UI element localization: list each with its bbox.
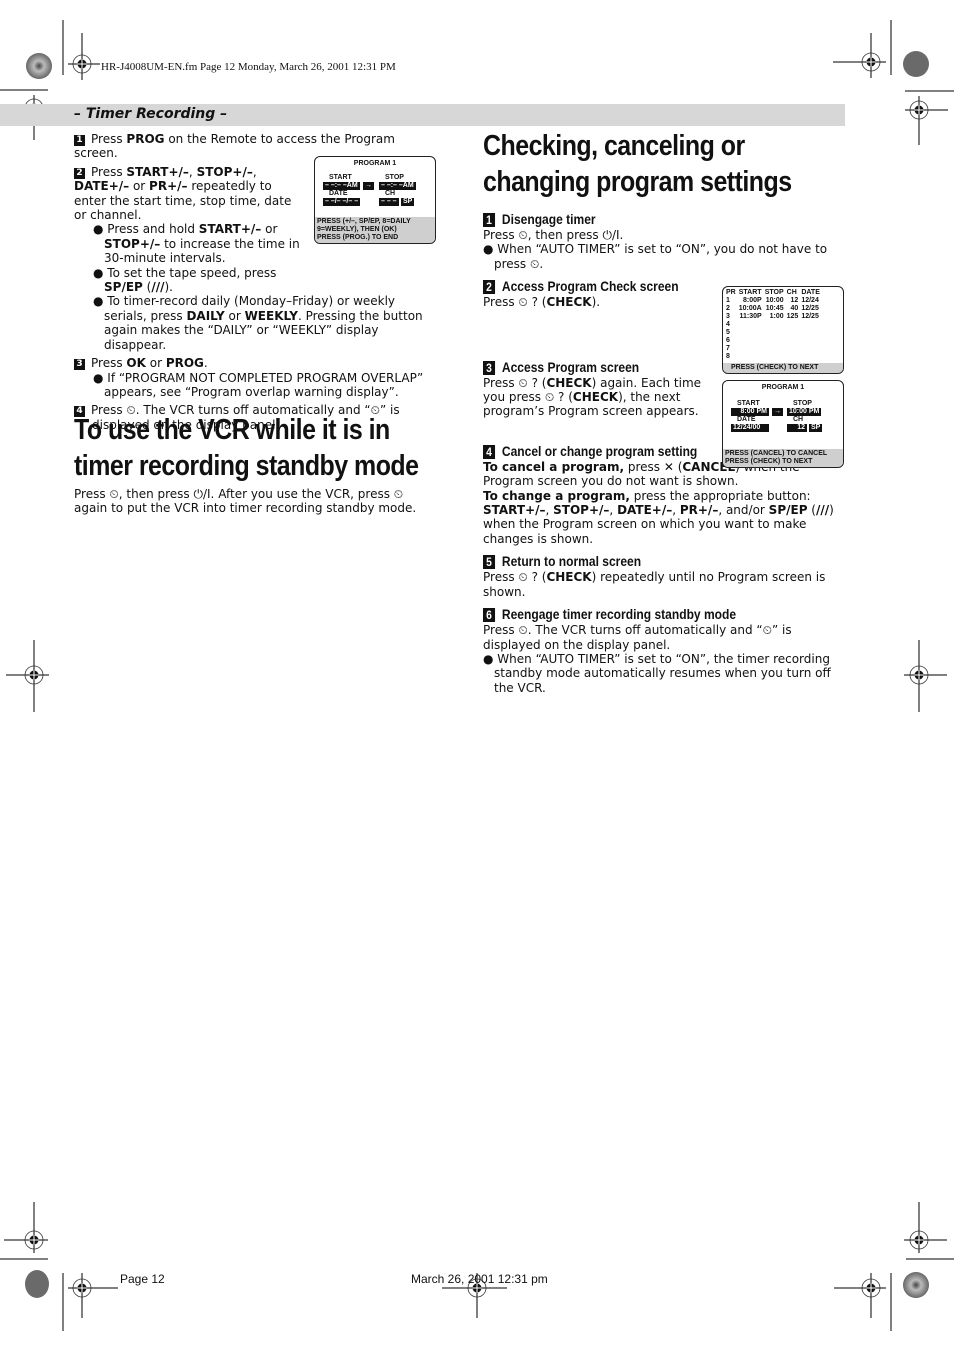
table-cell: 10:00 <box>765 297 784 304</box>
bullet-item: ● To timer-record daily (Monday–Friday) … <box>93 294 423 352</box>
start-time-value: – –:– –AM <box>323 182 360 190</box>
table-cell <box>765 345 787 353</box>
column-header: CH <box>786 289 797 296</box>
bullet-item: ● When “AUTO TIMER” is set to “ON”, the … <box>483 651 831 695</box>
bullet-item: ● To set the tape speed, press SP/EP (//… <box>93 265 277 295</box>
table-cell: 40 <box>790 305 799 312</box>
screen-footer: PRESS (CHECK) TO NEXT <box>723 363 843 373</box>
table-cell: 6 <box>726 337 730 344</box>
table-cell: 11:30P <box>739 313 762 320</box>
right-step-2: 2 Access Program Check screen Press ⏲ ? (… <box>483 278 679 310</box>
table-cell: 8:00P <box>743 297 762 304</box>
table-cell <box>765 329 787 337</box>
footer-date: March 26, 2001 12:31 pm <box>411 1272 548 1286</box>
program-check-screen: PR START STOP CH DATE 1 8:00P 10:00 12 12/24 2 10:… <box>722 286 844 374</box>
table-cell: 8 <box>726 353 730 360</box>
table-cell: 12/24 <box>801 297 819 304</box>
table-cell <box>739 353 765 361</box>
table-cell <box>739 321 765 329</box>
table-cell <box>739 329 765 337</box>
screen-footer: PRESS (+/–, SP/EP, 8=DAILY 9=WEEKLY), TH… <box>315 217 435 243</box>
stop-time-value: 10:00 PM <box>787 408 822 416</box>
table-cell <box>787 321 802 329</box>
table-cell <box>787 345 802 353</box>
table-cell <box>787 329 802 337</box>
table-cell: 2 <box>726 305 730 312</box>
column-header: START <box>738 289 762 296</box>
table-cell: 5 <box>726 329 730 336</box>
table-cell <box>801 329 823 337</box>
column-header: PR <box>726 289 736 296</box>
bullet-item: ● If “PROGRAM NOT COMPLETED PROGRAM OVER… <box>93 370 424 399</box>
table-cell: 12/25 <box>801 305 819 312</box>
program-screen-filled: PROGRAM 1 START STOP 8:00 PM → 10:00 PM … <box>722 380 844 468</box>
channel-value: 12 <box>787 424 807 432</box>
color-rosette-icon <box>903 1272 929 1298</box>
table-cell: 10:45 <box>765 305 784 312</box>
color-rosette-icon <box>903 51 929 77</box>
table-row: 7 <box>726 345 823 353</box>
arrow-icon: → <box>363 182 374 190</box>
start-time-value: 8:00 PM <box>731 408 769 416</box>
channel-value: – – – <box>379 198 399 206</box>
table-cell: 1:00 <box>769 313 784 320</box>
table-cell <box>801 353 823 361</box>
table-cell <box>739 345 765 353</box>
table-row: 6 <box>726 337 823 345</box>
left-paragraph: Press ⏲, then press ⏻/I. After you use t… <box>74 487 417 516</box>
screen-footer: PRESS (CANCEL) TO CANCEL PRESS (CHECK) T… <box>723 449 843 467</box>
right-step-6: 6 Reengage timer recording standby mode P… <box>483 605 845 695</box>
table-row: 4 <box>726 321 823 329</box>
right-step-5: 5 Return to normal screen Press ⏲ ? (CHEC… <box>483 553 826 599</box>
speed-value: SP <box>401 198 415 206</box>
step-number: 3 <box>74 359 85 371</box>
column-header: STOP <box>764 289 784 296</box>
table-row: 5 <box>726 329 823 337</box>
table-cell: 4 <box>726 321 730 328</box>
arrow-icon: → <box>772 408 783 416</box>
table-cell: 125 <box>786 313 799 320</box>
step-number: 2 <box>74 167 85 179</box>
table-cell: 12/25 <box>801 313 819 320</box>
left-step-3: 3 Press OK or PROG. ● If “PROGRAM NOT COM… <box>74 356 439 399</box>
table-cell <box>801 321 823 329</box>
footer-page: Page 12 <box>120 1272 165 1286</box>
speed-value: SP <box>809 424 823 432</box>
table-cell: 3 <box>726 313 730 320</box>
table-cell <box>801 345 823 353</box>
table-cell <box>765 353 787 361</box>
table-row: 1 8:00P 10:00 12 12/24 <box>726 297 823 305</box>
right-step-3: 3 Access Program screen Press ⏲ ? (CHECK)… <box>483 358 702 419</box>
bullet-item: ● When “AUTO TIMER” is set to “ON”, you … <box>483 242 828 271</box>
table-cell: 1 <box>726 297 730 304</box>
program-check-table: PR START STOP CH DATE 1 8:00P 10:00 12 12/24 2 10:… <box>726 289 823 361</box>
table-cell <box>787 337 802 345</box>
table-cell: 7 <box>726 345 730 352</box>
right-step-1: 1 Disengage timer Press ⏲, then press ⏻/I… <box>483 210 845 271</box>
right-heading: Checking, canceling or changing program … <box>483 130 792 198</box>
step-number: 1 <box>74 135 85 146</box>
stop-time-value: – –:– –AM <box>379 182 416 190</box>
color-rosette-icon <box>25 1270 49 1298</box>
left-heading: To use the VCR while it is in timer reco… <box>74 414 419 482</box>
color-rosette-icon <box>26 53 52 79</box>
table-row: 8 <box>726 353 823 361</box>
date-value: 12/24/00 <box>731 424 769 432</box>
file-header: HR-J4008UM-EN.fm Page 12 Monday, March 2… <box>101 61 396 73</box>
table-row: 3 11:30P 1:00 125 12/25 <box>726 313 823 321</box>
table-cell: 10:00A <box>738 305 762 312</box>
column-header: DATE <box>801 289 820 296</box>
table-cell <box>765 337 787 345</box>
table-cell: 12 <box>790 297 799 304</box>
table-cell <box>787 353 802 361</box>
section-title: – Timer Recording – <box>74 106 228 122</box>
bullet-item: ● Press and hold START+/– or STOP+/– to … <box>93 222 300 266</box>
table-cell <box>739 337 765 345</box>
program-screen-empty: PROGRAM 1 START STOP – –:– –AM → – –:– –… <box>314 156 436 244</box>
table-cell <box>765 321 787 329</box>
table-cell <box>801 337 823 345</box>
table-row: 2 10:00A 10:45 40 12/25 <box>726 305 823 313</box>
date-value: – –/– –/– – <box>323 198 361 206</box>
